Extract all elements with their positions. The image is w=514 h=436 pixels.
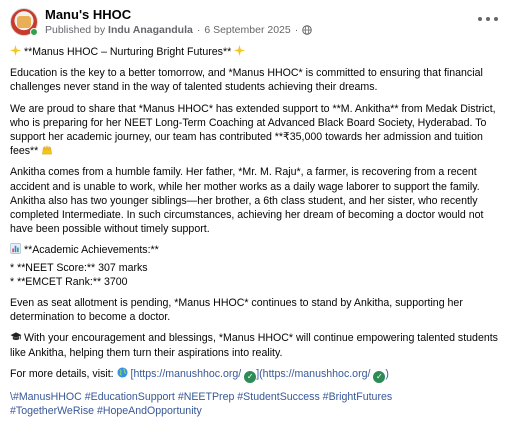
website-link-end: ) xyxy=(385,367,389,380)
post-paragraph: Even as seat allotment is pending, *Manu… xyxy=(10,297,463,324)
author-link[interactable]: Indu Anagandula xyxy=(108,24,193,37)
post-title-text: **Manus HHOC – Nurturing Bright Futures*… xyxy=(23,46,232,58)
raised-hands-icon xyxy=(41,144,53,155)
sparkle-icon xyxy=(10,45,21,56)
check-mark-icon: ✓ xyxy=(244,370,257,383)
facebook-post: Manu's HHOC Published by Indu Anagandula… xyxy=(0,0,514,436)
avatar-logo xyxy=(17,16,31,28)
hashtag-line[interactable]: \#ManusHHOC #EducationSupport #NEETPrep … xyxy=(10,391,392,403)
post-paragraph-text: With your encouragement and blessings, *… xyxy=(10,332,498,359)
globe-icon[interactable] xyxy=(302,25,313,35)
hashtags: \#ManusHHOC #EducationSupport #NEETPrep … xyxy=(10,390,506,418)
emcet-rank-line: * **EMCET Rank:** 3700 xyxy=(10,275,128,288)
separator-dot: · xyxy=(196,23,201,36)
check-mark-icon: ✓ xyxy=(373,370,386,383)
post-body: **Manus HHOC – Nurturing Bright Futures*… xyxy=(10,45,506,418)
achievements-heading: **Academic Achievements:** xyxy=(10,243,506,257)
sparkle-icon xyxy=(234,45,246,56)
website-link[interactable]: [https://manushhoc.org/ xyxy=(131,368,242,380)
post-paragraph: We are proud to share that *Manus HHOC* … xyxy=(10,102,506,159)
post-paragraph: Ankitha comes from a humble family. Her … xyxy=(10,166,484,236)
published-prefix: Published by xyxy=(45,23,106,36)
hashtag-line[interactable]: #TogetherWeRise #HopeAndOpportunity xyxy=(10,405,202,417)
graduation-cap-icon xyxy=(10,331,22,342)
post-date-link[interactable]: 6 September 2025 xyxy=(204,24,290,37)
post-meta: Manu's HHOC Published by Indu Anagandula… xyxy=(45,7,313,37)
post-header: Manu's HHOC Published by Indu Anagandula… xyxy=(10,7,504,45)
details-line: For more details, visit: [https://manush… xyxy=(10,367,506,383)
page-name-link[interactable]: Manu's HHOC xyxy=(45,7,312,23)
details-prefix: For more details, visit: xyxy=(10,367,114,380)
neet-score-line: * **NEET Score:** 307 marks xyxy=(10,261,148,274)
separator-dot: · xyxy=(294,23,299,36)
post-paragraph: Education is the key to a better tomorro… xyxy=(10,67,483,94)
published-line: Published by Indu Anagandula · 6 Septemb… xyxy=(45,23,313,37)
post-paragraph: With your encouragement and blessings, *… xyxy=(10,331,506,359)
bar-chart-icon xyxy=(10,243,21,255)
post-paragraph-text: We are proud to share that *Manus HHOC* … xyxy=(10,102,496,158)
achievements-heading-text: **Academic Achievements:** xyxy=(23,244,159,257)
globe-icon xyxy=(117,367,128,378)
website-link[interactable]: ](https://manushhoc.org/ xyxy=(256,368,370,380)
post-title-line: **Manus HHOC – Nurturing Bright Futures*… xyxy=(10,45,506,59)
online-status-dot xyxy=(30,28,38,36)
more-options-icon[interactable] xyxy=(478,13,498,25)
page-avatar[interactable] xyxy=(10,8,38,36)
